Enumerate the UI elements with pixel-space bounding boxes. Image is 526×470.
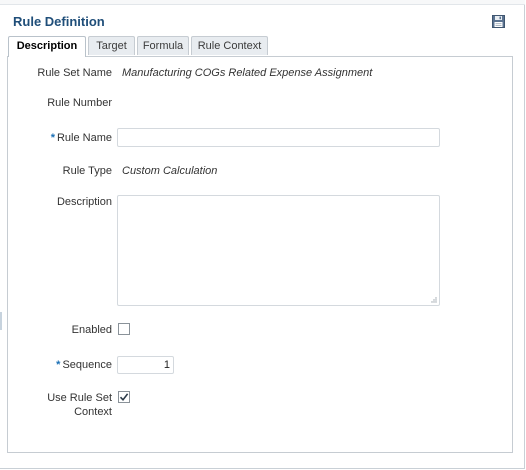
description-textarea[interactable]	[117, 195, 440, 306]
sequence-label: * Sequence	[0, 359, 112, 371]
tab-rule-context[interactable]: Rule Context	[191, 36, 268, 55]
rule-name-label: * Rule Name	[0, 132, 112, 144]
rule-set-name-label: Rule Set Name	[37, 67, 112, 79]
panel-top-strip	[0, 0, 525, 5]
rule-name-input[interactable]	[117, 128, 440, 147]
panel-title: Rule Definition	[13, 14, 105, 29]
use-rule-set-context-label-line1: Use Rule Set	[47, 392, 112, 404]
sequence-input[interactable]: 1	[117, 356, 174, 374]
check-icon	[119, 393, 129, 402]
tab-formula[interactable]: Formula	[137, 36, 189, 55]
description-label: Description	[56, 196, 112, 208]
use-rule-set-context-checkbox[interactable]	[118, 391, 130, 403]
enabled-checkbox[interactable]	[118, 323, 130, 335]
rule-set-name-value: Manufacturing COGs Related Expense Assig…	[122, 67, 373, 79]
rule-type-label: Rule Type	[62, 165, 112, 177]
sequence-label-text: Sequence	[62, 359, 112, 371]
rule-number-label: Rule Number	[47, 97, 112, 109]
save-icon[interactable]	[492, 15, 505, 28]
required-indicator: *	[50, 132, 55, 144]
resize-grip-icon[interactable]	[429, 295, 437, 303]
rule-type-value: Custom Calculation	[122, 165, 218, 177]
rule-name-label-text: Rule Name	[56, 132, 112, 144]
tab-target[interactable]: Target	[88, 36, 135, 55]
enabled-label: Enabled	[71, 324, 112, 336]
use-rule-set-context-label-line2: Context	[74, 406, 112, 418]
required-indicator: *	[56, 359, 61, 371]
tab-description[interactable]: Description	[8, 36, 86, 57]
